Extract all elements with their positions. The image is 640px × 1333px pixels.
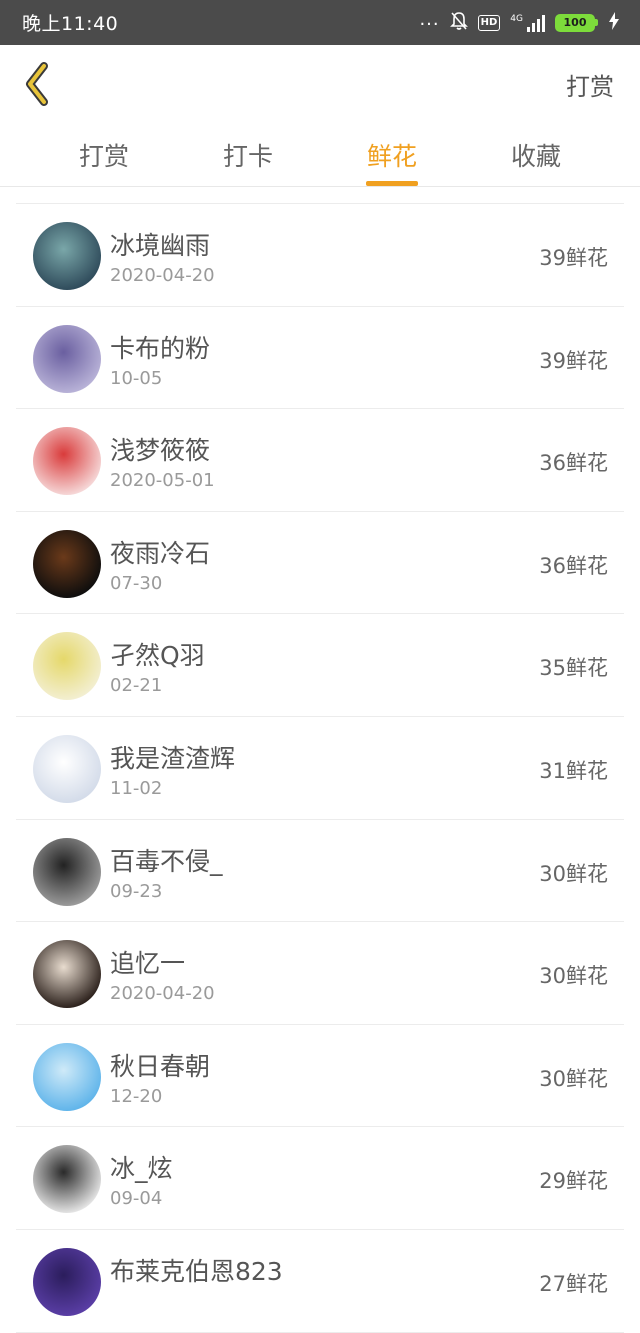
flower-count: 29鲜花: [539, 1169, 608, 1194]
user-name: 秋日春朝: [110, 1051, 211, 1081]
user-name: 浅梦筱筱: [110, 436, 211, 466]
gift-date: 10-05: [110, 367, 163, 389]
avatar[interactable]: [33, 1145, 101, 1214]
avatar[interactable]: [33, 222, 101, 290]
avatar[interactable]: [33, 1042, 101, 1111]
bell-off-icon: [449, 11, 468, 35]
battery-level: 100: [555, 13, 595, 32]
gift-date: 07-30: [110, 572, 163, 594]
network-type: 4G: [510, 13, 523, 24]
status-bar: 晚上11:40 ... HD 4G 100: [0, 0, 640, 45]
gift-date: 09-04: [110, 1188, 163, 1210]
back-button[interactable]: [20, 60, 60, 108]
reward-link[interactable]: 打赏: [566, 67, 614, 102]
avatar[interactable]: [33, 837, 101, 906]
tab-bar: 打赏 打卡 鲜花 收藏: [0, 125, 640, 187]
list-item[interactable]: 百毒不侵_ 09-23 30鲜花: [16, 820, 624, 923]
tab-flowers[interactable]: 鲜花: [332, 137, 452, 186]
flower-count: 27鲜花: [539, 1271, 608, 1296]
user-name: 卡布的粉: [110, 333, 211, 363]
flower-count: 36鲜花: [539, 451, 608, 476]
gift-date: 2020-04-20: [110, 265, 215, 286]
list-item[interactable]: 秋日春朝 12-20 30鲜花: [16, 1025, 624, 1128]
gift-date: 11-02: [110, 777, 163, 799]
user-name: 布莱克伯恩823: [110, 1256, 283, 1286]
tab-reward[interactable]: 打赏: [44, 137, 164, 173]
avatar[interactable]: [33, 632, 101, 701]
flower-count: 39鲜花: [539, 246, 608, 270]
avatar[interactable]: [33, 940, 101, 1009]
battery-icon: 100: [555, 13, 598, 32]
flower-count: 30鲜花: [539, 1066, 608, 1091]
nav-bar: 打赏: [0, 45, 640, 125]
status-time: 晚上11:40: [22, 13, 119, 35]
list-item[interactable]: 夜雨冷石 07-30 36鲜花: [16, 512, 624, 615]
tab-label: 打卡: [222, 142, 273, 171]
user-name: 我是渣渣辉: [110, 743, 236, 773]
flower-count: 30鲜花: [539, 964, 608, 989]
tab-favorites[interactable]: 收藏: [476, 137, 596, 173]
user-name: 追忆一: [110, 949, 186, 979]
tab-label: 鲜花: [366, 142, 417, 171]
user-name: 冰_炫: [110, 1154, 173, 1184]
avatar[interactable]: [33, 427, 101, 496]
list-item[interactable]: 孑然Q羽 02-21 35鲜花: [16, 614, 624, 717]
charging-icon: [608, 11, 620, 34]
hd-badge: HD: [477, 14, 501, 31]
avatar[interactable]: [33, 734, 101, 803]
flower-count: 36鲜花: [539, 553, 608, 578]
flower-count: 30鲜花: [539, 861, 608, 886]
list-item[interactable]: 浅梦筱筱 2020-05-01 36鲜花: [16, 409, 624, 512]
tab-indicator: [366, 181, 418, 186]
flower-ranking-list: 冰境幽雨 2020-04-20 39鲜花 卡布的粉 10-05 39鲜花 浅梦筱筱 2020-…: [16, 203, 624, 1333]
gift-date: 02-21: [110, 675, 163, 697]
flower-count: 31鲜花: [539, 758, 608, 783]
user-name: 百毒不侵_: [110, 846, 223, 876]
gift-date: 09-23: [110, 880, 163, 902]
user-name: 夜雨冷石: [110, 538, 211, 568]
avatar[interactable]: [33, 1247, 101, 1316]
avatar[interactable]: [33, 529, 101, 598]
signal-icon: 4G: [510, 14, 545, 32]
list-item[interactable]: 卡布的粉 10-05 39鲜花: [16, 307, 624, 410]
gift-date: 12-20: [110, 1085, 163, 1107]
more-dots-icon: ...: [419, 9, 440, 30]
status-icons: ... HD 4G 100: [419, 9, 620, 35]
chevron-left-icon: [26, 62, 48, 106]
user-name: 冰境幽雨: [110, 231, 211, 260]
flower-count: 35鲜花: [539, 656, 608, 681]
tab-label: 打赏: [78, 142, 129, 171]
list-item[interactable]: 追忆一 2020-04-20 30鲜花: [16, 922, 624, 1025]
gift-date: 2020-05-01: [110, 470, 215, 492]
tab-label: 收藏: [510, 142, 561, 171]
list-item[interactable]: 布莱克伯恩823 27鲜花: [16, 1230, 624, 1333]
tab-checkin[interactable]: 打卡: [188, 137, 308, 173]
avatar[interactable]: [33, 324, 101, 393]
list-item[interactable]: 冰境幽雨 2020-04-20 39鲜花: [16, 204, 624, 307]
user-name: 孑然Q羽: [110, 641, 205, 671]
gift-date: 2020-04-20: [110, 983, 215, 1005]
list-item[interactable]: 我是渣渣辉 11-02 31鲜花: [16, 717, 624, 820]
flower-count: 39鲜花: [539, 348, 608, 373]
list-item[interactable]: 冰_炫 09-04 29鲜花: [16, 1127, 624, 1230]
